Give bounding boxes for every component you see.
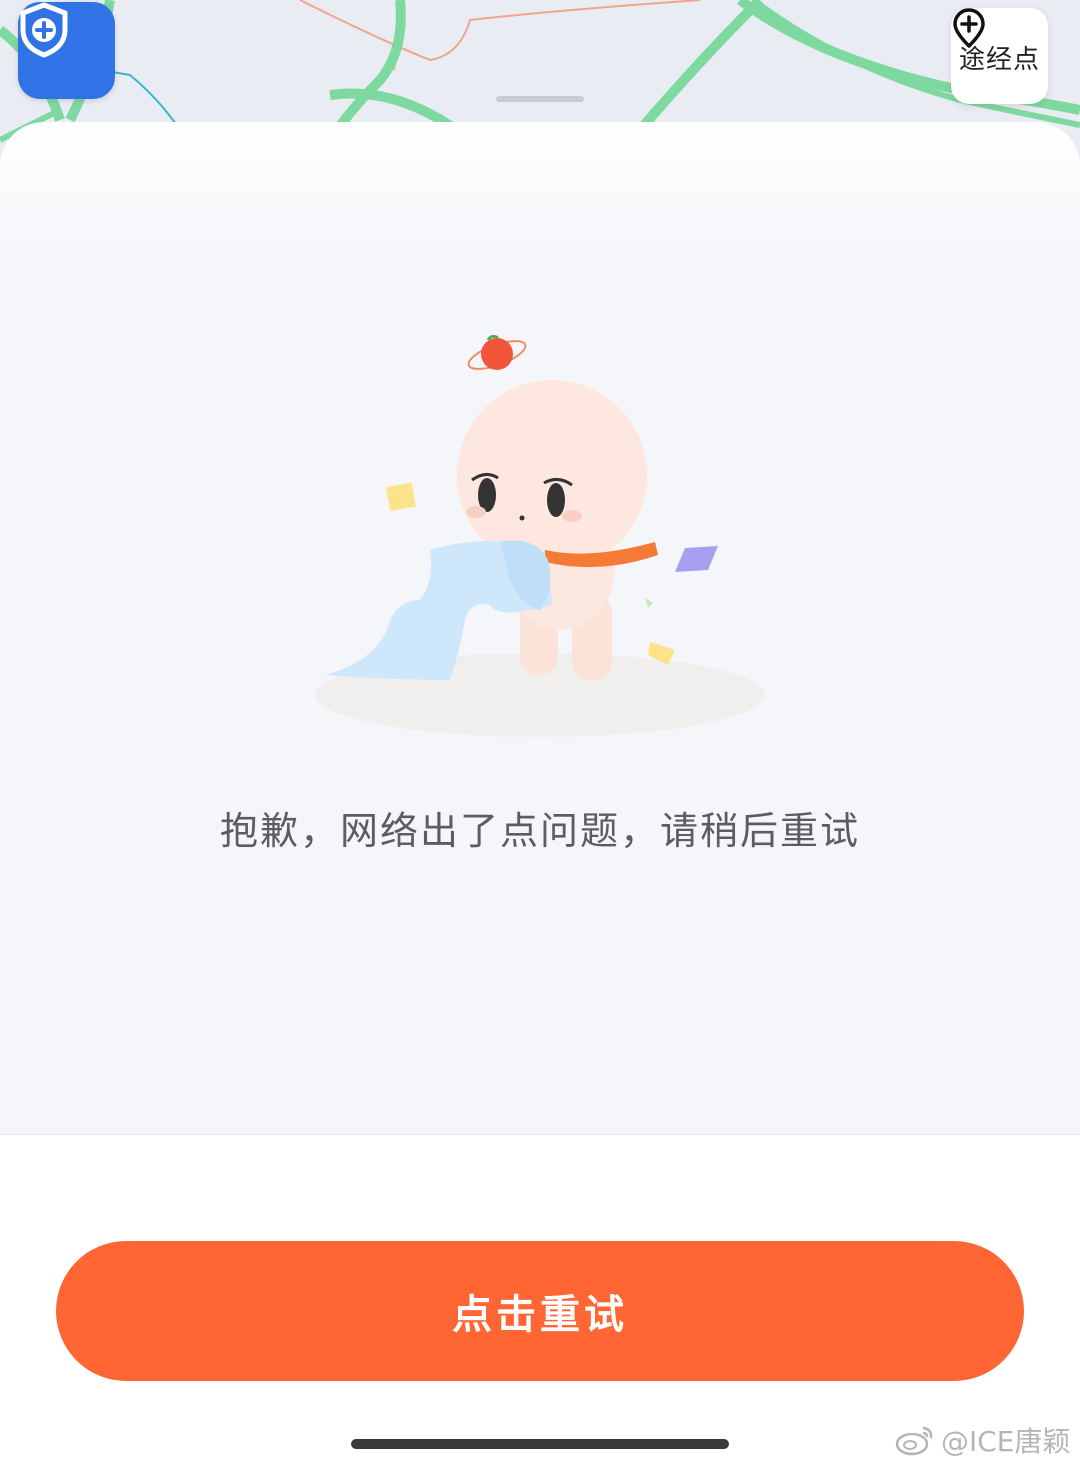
waypoint-button[interactable]: 途经点 xyxy=(951,8,1048,104)
watermark: @ICE唐颖 xyxy=(895,1420,1071,1460)
safety-center-button[interactable] xyxy=(18,2,115,99)
weibo-icon xyxy=(895,1426,933,1456)
home-indicator[interactable] xyxy=(351,1439,729,1449)
watermark-text: @ICE唐颖 xyxy=(941,1425,1071,1458)
sheet-drag-handle[interactable] xyxy=(496,96,584,102)
sad-mascot-illustration xyxy=(315,334,765,737)
plus-pin-icon xyxy=(953,8,985,48)
footer-divider xyxy=(0,1134,1080,1135)
shield-plus-icon xyxy=(20,2,68,58)
error-message: 抱歉，网络出了点问题，请稍后重试 xyxy=(219,809,860,853)
retry-button[interactable]: 点击重试 xyxy=(56,1241,1024,1381)
